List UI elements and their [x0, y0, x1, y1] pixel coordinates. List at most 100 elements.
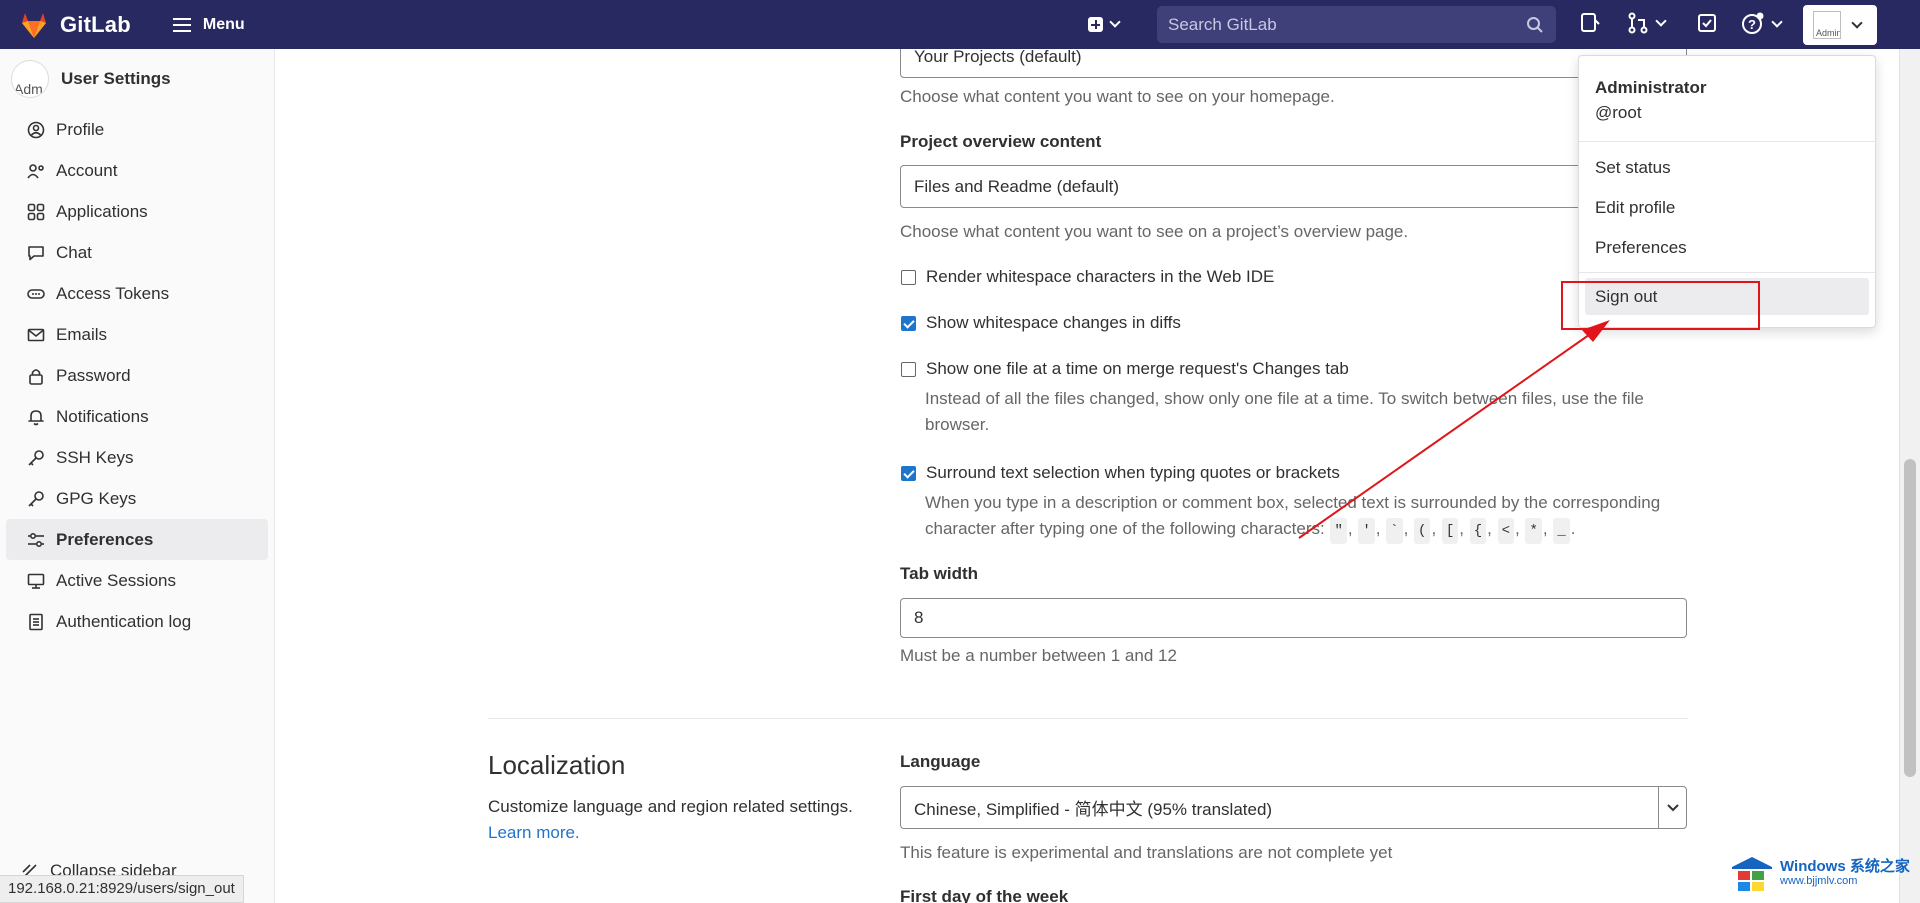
tab-width-label: Tab width	[900, 564, 979, 583]
render-whitespace-checkbox[interactable]	[901, 270, 916, 285]
one-file-checkbox[interactable]	[901, 362, 916, 377]
sidebar-item-notifications[interactable]: Notifications	[6, 396, 268, 437]
sidebar-item-label: Chat	[56, 242, 92, 262]
first-day-label: First day of the week	[900, 887, 1069, 903]
surround-char: (	[1414, 518, 1431, 544]
watermark: Windows 系统之家 www.bjjmlv.com	[1730, 853, 1910, 893]
surround-char: `	[1386, 518, 1403, 544]
sidebar-header[interactable]: Adm User Settings	[0, 49, 274, 109]
project-overview-select[interactable]: Files and Readme (default)	[900, 165, 1687, 208]
chevron-down-icon	[1658, 787, 1686, 828]
sidebar-item-password[interactable]: Password	[6, 355, 268, 396]
sidebar-item-applications[interactable]: Applications	[6, 191, 268, 232]
homepage-help: Choose what content you want to see on y…	[900, 87, 1335, 106]
help-dropdown[interactable]: ?	[1741, 12, 1783, 36]
search-bar[interactable]	[1157, 6, 1556, 43]
sidebar-item-label: Applications	[56, 201, 148, 221]
surround-char: {	[1469, 518, 1487, 544]
chevron-down-icon	[1109, 16, 1121, 28]
issues-icon	[1581, 13, 1600, 32]
learn-more-link[interactable]: Learn more.	[488, 823, 580, 842]
surround-selection-checkbox[interactable]	[901, 466, 916, 481]
menu-label: Menu	[202, 15, 245, 33]
sidebar-item-label: Authentication log	[56, 611, 192, 631]
link-status-bar: 192.168.0.21:8929/users/sign_out	[0, 875, 244, 903]
sidebar-item-emails[interactable]: Emails	[6, 314, 268, 355]
sidebar-item-authentication-log[interactable]: Authentication log	[6, 601, 268, 642]
show-whitespace-label: Show whitespace changes in diffs	[926, 313, 1181, 332]
sidebar-item-label: Notifications	[56, 406, 149, 426]
localization-title: Localization	[488, 750, 626, 780]
sidebar-item-label: SSH Keys	[56, 447, 134, 467]
project-overview-help: Choose what content you want to see on a…	[900, 222, 1409, 241]
top-navbar: GitLab Menu Search GitLab ? Admi	[0, 0, 1920, 49]
sidebar-item-label: Active Sessions	[56, 570, 176, 590]
sidebar-item-ssh-keys[interactable]: SSH Keys	[6, 437, 268, 478]
surround-selection-help: When you type in a description or commen…	[925, 490, 1705, 544]
watermark-title: Windows 系统之家	[1780, 857, 1910, 875]
render-whitespace-label: Render whitespace characters in the Web …	[926, 267, 1275, 286]
project-overview-select-value: Files and Readme (default)	[914, 176, 1120, 196]
issues-button[interactable]	[1579, 12, 1601, 34]
language-help: This feature is experimental and transla…	[900, 843, 1393, 862]
edit-profile-item[interactable]: Edit profile	[1579, 191, 1875, 225]
avatar: Administ	[1813, 11, 1841, 39]
search-input[interactable]	[1168, 14, 1508, 35]
monitor-icon	[26, 571, 46, 591]
scrollbar-thumb[interactable]	[1904, 459, 1916, 777]
account-icon	[26, 161, 46, 181]
sidebar-nav: Profile Account Applications Chat Access…	[0, 109, 274, 642]
sidebar-item-label: Account	[56, 160, 118, 180]
surround-char: '	[1358, 518, 1375, 544]
one-file-help: Instead of all the files changed, show o…	[925, 389, 1644, 434]
surround-char: *	[1525, 518, 1542, 544]
chevron-down-icon	[1771, 15, 1783, 28]
hamburger-icon	[172, 17, 191, 32]
merge-requests-dropdown[interactable]	[1627, 12, 1667, 34]
sidebar-title: User Settings	[61, 69, 171, 88]
key-icon	[26, 489, 46, 509]
homepage-select-value: Your Projects (default)	[914, 46, 1082, 66]
show-whitespace-option: Show whitespace changes in diffs	[901, 313, 1181, 333]
one-file-label: Show one file at a time on merge request…	[926, 359, 1349, 378]
language-select[interactable]: Chinese, Simplified - 简体中文 (95% translat…	[900, 786, 1687, 829]
preferences-item[interactable]: Preferences	[1579, 231, 1875, 265]
profile-icon	[26, 120, 46, 140]
project-overview-label: Project overview content	[900, 132, 1102, 151]
show-whitespace-checkbox[interactable]	[901, 316, 916, 331]
new-item-dropdown[interactable]	[1088, 16, 1121, 32]
user-menu-button[interactable]: Administ	[1803, 5, 1877, 45]
page-scrollbar[interactable]	[1899, 49, 1920, 903]
sidebar-item-chat[interactable]: Chat	[6, 232, 268, 273]
lock-icon	[26, 366, 46, 386]
applications-icon	[26, 202, 46, 222]
tab-width-input[interactable]	[900, 598, 1687, 638]
token-icon	[26, 284, 46, 304]
sidebar-item-preferences[interactable]: Preferences	[6, 519, 268, 560]
help-icon: ?	[1742, 12, 1764, 34]
todos-button[interactable]	[1696, 12, 1718, 34]
tab-width-help: Must be a number between 1 and 12	[900, 646, 1177, 665]
language-select-value: Chinese, Simplified - 简体中文 (95% translat…	[914, 800, 1273, 819]
surround-selection-option: Surround text selection when typing quot…	[901, 463, 1340, 483]
surround-selection-label: Surround text selection when typing quot…	[926, 463, 1340, 482]
sidebar-item-profile[interactable]: Profile	[6, 109, 268, 150]
sidebar-item-access-tokens[interactable]: Access Tokens	[6, 273, 268, 314]
sidebar-item-active-sessions[interactable]: Active Sessions	[6, 560, 268, 601]
sidebar-item-account[interactable]: Account	[6, 150, 268, 191]
surround-char: "	[1330, 518, 1347, 544]
set-status-item[interactable]: Set status	[1579, 151, 1875, 185]
windows-logo-icon	[1732, 857, 1772, 891]
sidebar-item-label: Access Tokens	[56, 283, 170, 303]
gitlab-home-link[interactable]: GitLab	[18, 9, 131, 41]
watermark-url: www.bjjmlv.com	[1780, 874, 1858, 887]
menu-button[interactable]: Menu	[172, 15, 245, 34]
sidebar-item-gpg-keys[interactable]: GPG Keys	[6, 478, 268, 519]
localization-desc-text: Customize language and region related se…	[488, 797, 853, 816]
sidebar-item-label: Preferences	[56, 529, 154, 549]
preferences-icon	[26, 530, 46, 550]
user-handle: @root	[1595, 103, 1642, 122]
surround-char: <	[1497, 518, 1515, 544]
nav-actions	[1088, 0, 1121, 49]
dropdown-divider	[1579, 272, 1875, 273]
